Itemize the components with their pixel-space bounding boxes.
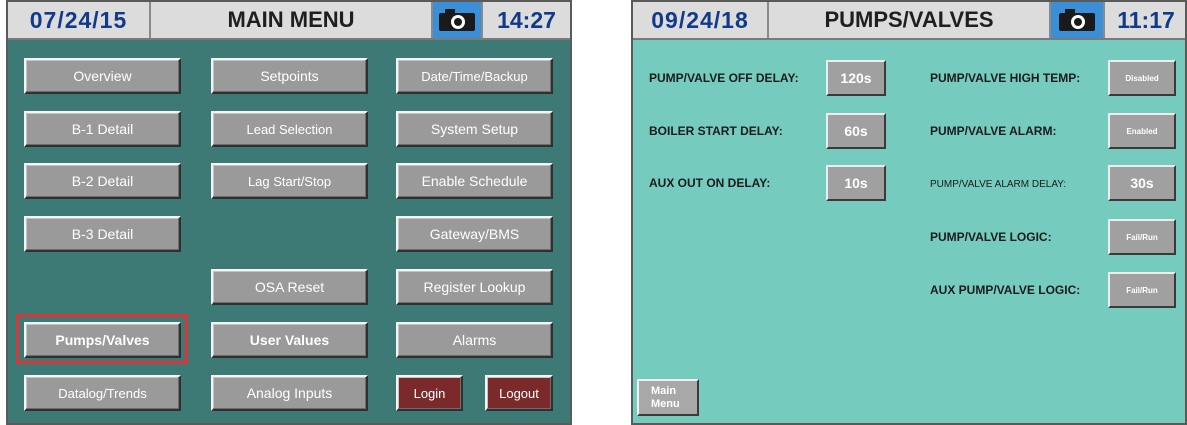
camera-icon[interactable] [433, 2, 483, 38]
page-title: PUMPS/VALVES [769, 2, 1051, 38]
logic-label: PUMP/VALVE LOGIC: [930, 230, 1052, 244]
gateway-bms-button[interactable]: Gateway/BMS [396, 216, 553, 252]
header-date: 09/24/18 [633, 2, 769, 38]
camera-icon[interactable] [1051, 2, 1105, 38]
overview-button[interactable]: Overview [24, 58, 181, 94]
pumps-valves-header: 09/24/18 PUMPS/VALVES 11:17 [633, 2, 1185, 40]
alarm-delay-value[interactable]: 30s [1108, 165, 1176, 201]
high-temp-value[interactable]: Disabled [1108, 60, 1176, 96]
logic-value[interactable]: Fail/Run [1108, 219, 1176, 255]
page-title: MAIN MENU [151, 2, 433, 38]
alarm-label: PUMP/VALVE ALARM: [930, 124, 1057, 138]
enable-schedule-button[interactable]: Enable Schedule [396, 163, 553, 199]
date-time-backup-button[interactable]: Date/Time/Backup [396, 58, 553, 94]
pumps-valves-button[interactable]: Pumps/Valves [24, 322, 181, 358]
b2-detail-button[interactable]: B-2 Detail [24, 163, 181, 199]
register-lookup-button[interactable]: Register Lookup [396, 269, 553, 305]
pumps-valves-screen: 09/24/18 PUMPS/VALVES 11:17 PUMP/VALVE O… [631, 0, 1187, 425]
logout-button[interactable]: Logout [485, 375, 553, 411]
boiler-start-delay-value[interactable]: 60s [826, 113, 886, 149]
header-time: 11:17 [1117, 6, 1175, 33]
system-setup-button[interactable]: System Setup [396, 111, 553, 147]
datalog-trends-button[interactable]: Datalog/Trends [24, 375, 181, 411]
camera-icon-graphic [1059, 9, 1095, 31]
aux-logic-value[interactable]: Fail/Run [1108, 272, 1176, 308]
main-menu-button-line1: Main [651, 385, 677, 397]
aux-logic-label: AUX PUMP/VALVE LOGIC: [930, 283, 1081, 297]
aux-out-on-delay-value[interactable]: 10s [826, 165, 886, 201]
main-menu-screen: 07/24/15 MAIN MENU 14:27 Overview B-1 De… [6, 0, 572, 425]
alarms-button[interactable]: Alarms [396, 322, 553, 358]
lead-selection-button[interactable]: Lead Selection [211, 111, 368, 147]
main-menu-button[interactable]: Main Menu [637, 379, 699, 416]
high-temp-label: PUMP/VALVE HIGH TEMP: [930, 71, 1081, 85]
camera-icon-graphic [439, 9, 475, 31]
alarm-value[interactable]: Enabled [1108, 113, 1176, 149]
header-time: 14:27 [497, 6, 556, 33]
user-values-button[interactable]: User Values [211, 322, 368, 358]
boiler-start-delay-label: BOILER START DELAY: [649, 124, 783, 138]
b1-detail-button[interactable]: B-1 Detail [24, 111, 181, 147]
alarm-delay-label: PUMP/VALVE ALARM DELAY: [930, 179, 1067, 190]
aux-out-on-delay-label: AUX OUT ON DELAY: [649, 176, 771, 190]
analog-inputs-button[interactable]: Analog Inputs [211, 375, 368, 411]
header-date: 07/24/15 [8, 2, 151, 38]
off-delay-value[interactable]: 120s [826, 60, 886, 96]
main-menu-button-line2: Menu [651, 398, 680, 410]
lag-start-stop-button[interactable]: Lag Start/Stop [211, 163, 368, 199]
off-delay-label: PUMP/VALVE OFF DELAY: [649, 71, 799, 85]
b3-detail-button[interactable]: B-3 Detail [24, 216, 181, 252]
login-button[interactable]: Login [396, 375, 463, 411]
setpoints-button[interactable]: Setpoints [211, 58, 368, 94]
osa-reset-button[interactable]: OSA Reset [211, 269, 368, 305]
main-menu-header: 07/24/15 MAIN MENU 14:27 [8, 2, 570, 40]
